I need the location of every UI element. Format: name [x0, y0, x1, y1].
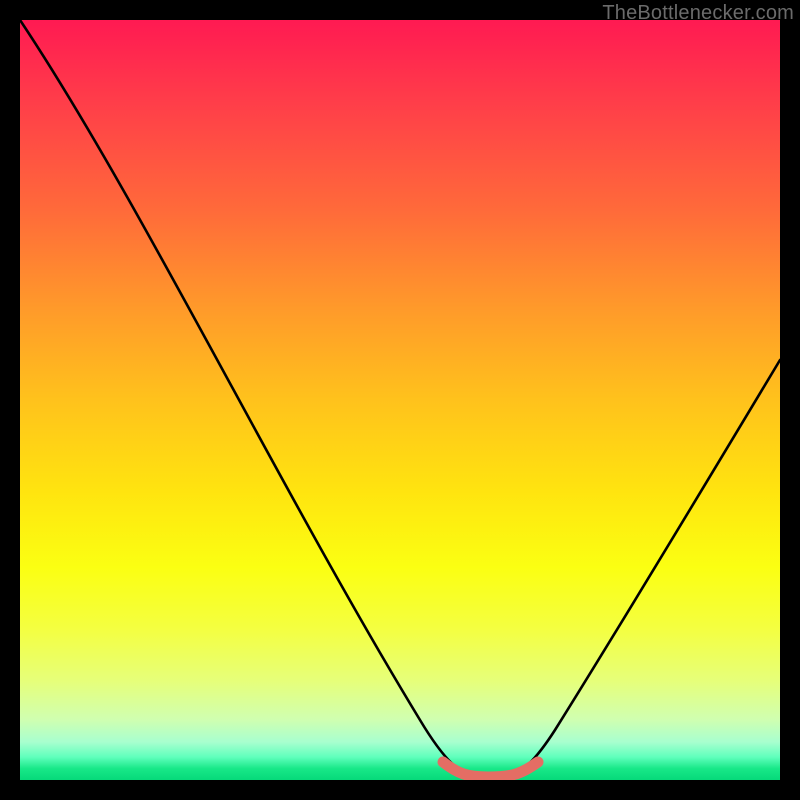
heat-gradient-background — [20, 20, 780, 780]
watermark-text: TheBottlenecker.com — [602, 2, 794, 25]
plot-area — [20, 20, 780, 780]
chart-frame: TheBottlenecker.com — [0, 0, 800, 800]
